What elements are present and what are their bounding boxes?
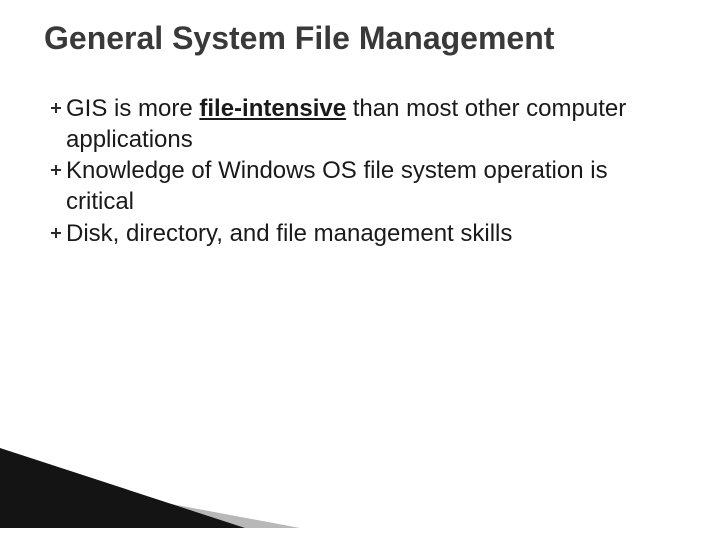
slide-title: General System File Management — [44, 20, 676, 57]
list-item: Knowledge of Windows OS file system oper… — [46, 155, 668, 217]
bullet-text: Disk, directory, and file management ski… — [66, 218, 668, 249]
list-item: GIS is more file-intensive than most oth… — [46, 93, 668, 155]
bullet-text: Knowledge of Windows OS file system oper… — [66, 155, 668, 217]
bullet-list: GIS is more file-intensive than most oth… — [44, 93, 676, 249]
bullet-icon — [46, 93, 66, 113]
decorative-wedge-icon — [0, 448, 300, 528]
list-item: Disk, directory, and file management ski… — [46, 218, 668, 249]
bullet-icon — [46, 155, 66, 175]
bullet-icon — [46, 218, 66, 238]
slide: General System File Management GIS is mo… — [0, 0, 720, 540]
bullet-text: GIS is more file-intensive than most oth… — [66, 93, 668, 155]
